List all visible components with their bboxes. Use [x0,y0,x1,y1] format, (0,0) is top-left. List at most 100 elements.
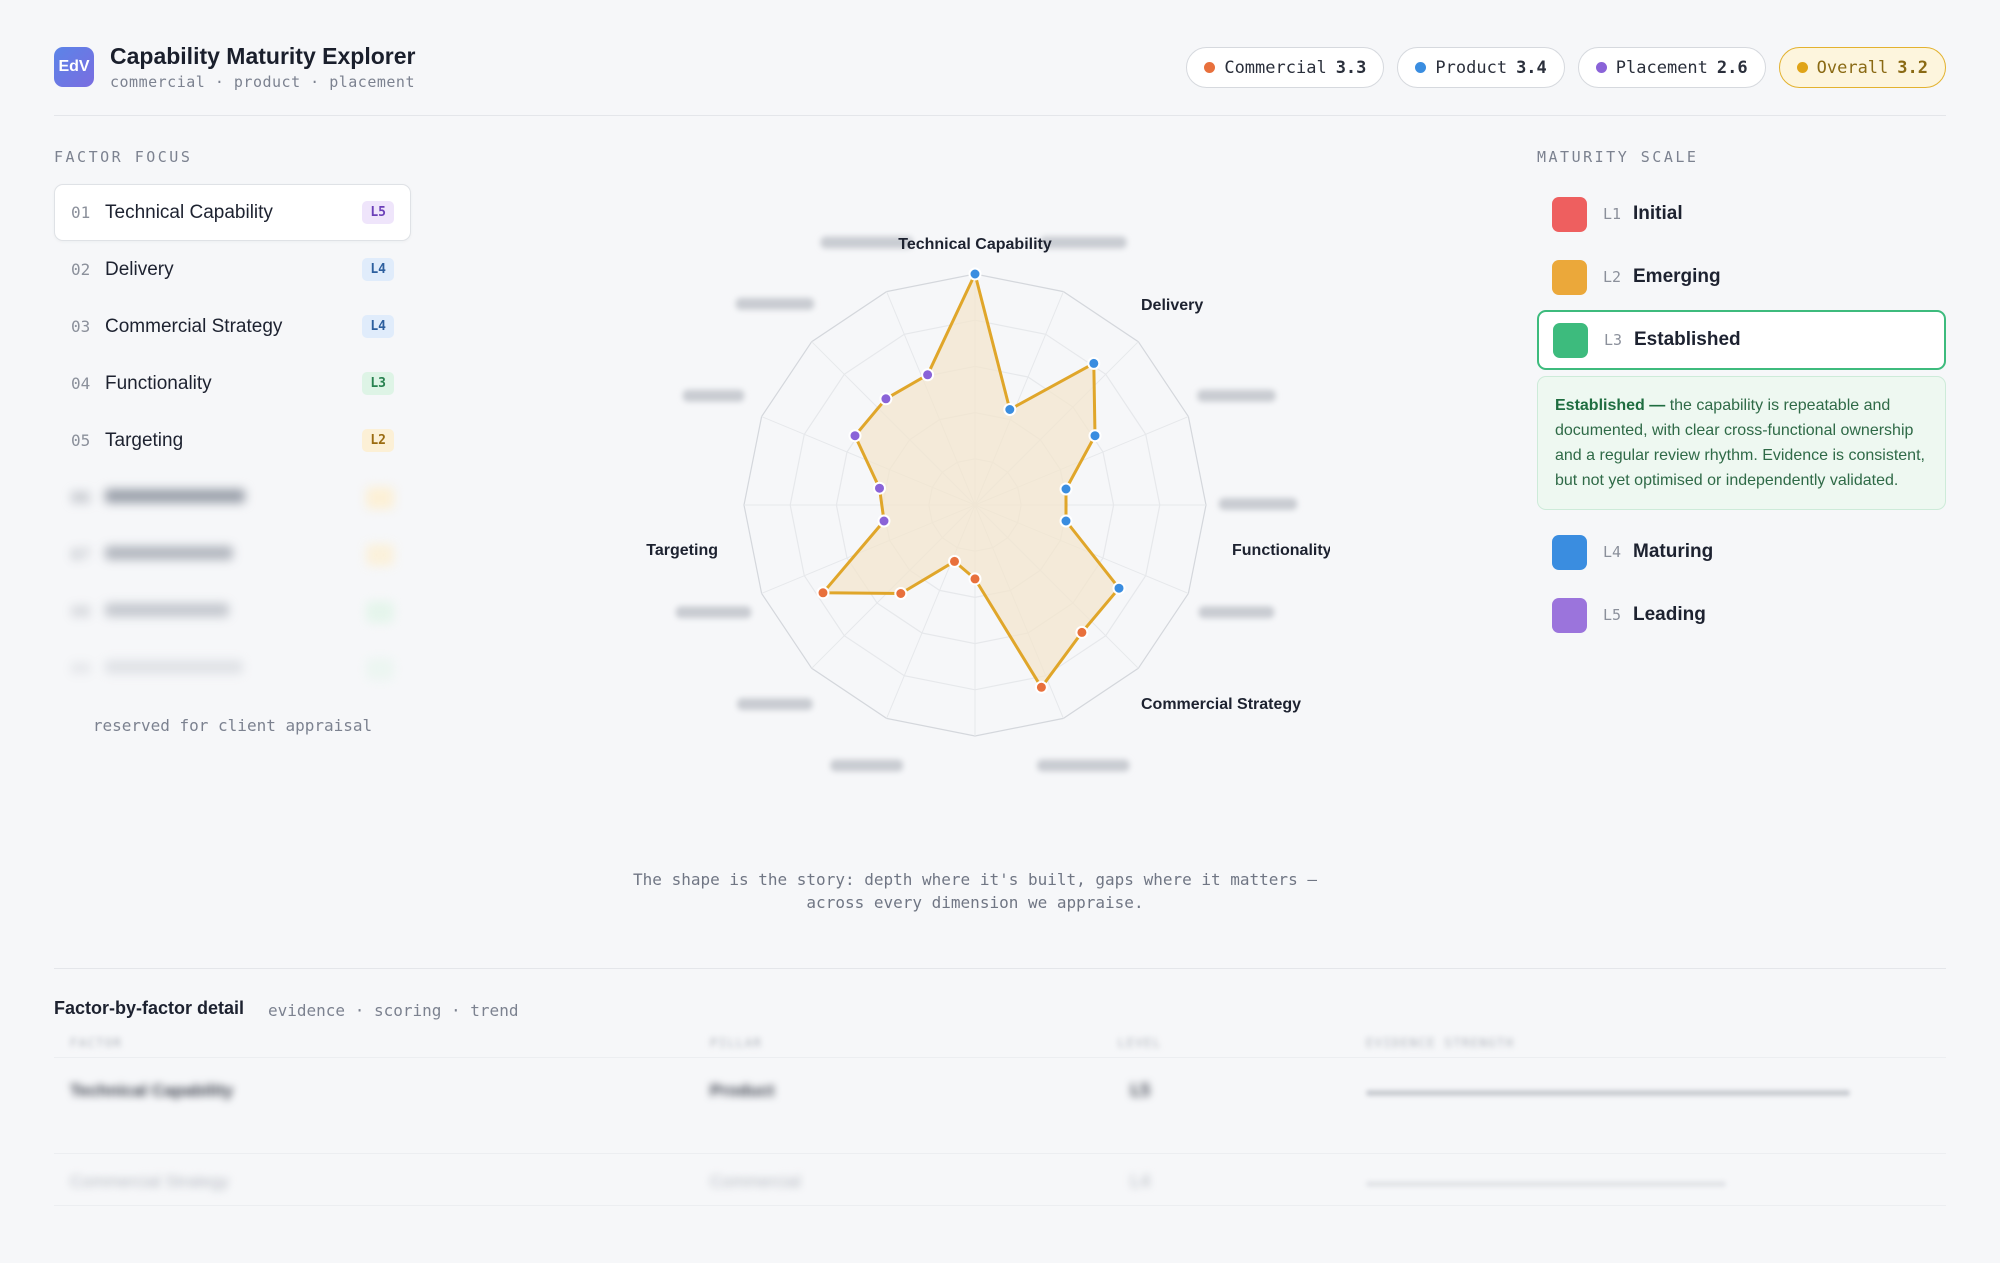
radar-svg: Technical Capability Delivery Functional… [646,236,1332,772]
evidence-bar [1366,1181,1726,1187]
level-name: Established [1634,329,1741,350]
axis-label-targeting[interactable]: Targeting [646,542,718,559]
level-code: L5 [1603,606,1622,624]
pill-value: 3.4 [1516,57,1547,78]
blurred-axis-label [1218,498,1298,510]
factor-item-technical-capability[interactable]: 01 Technical Capability L5 [54,184,411,241]
radar-point-product[interactable] [1088,429,1102,443]
radar-point-commercial[interactable] [816,586,830,600]
radar-point-product[interactable] [1112,581,1126,595]
detail-subtitle: evidence · scoring · trend [268,1001,519,1020]
radar-point-placement[interactable] [848,429,862,443]
level-item-established[interactable]: L3 Established [1537,310,1946,370]
radar-point-placement[interactable] [877,514,891,528]
reserved-note: reserved for client appraisal [92,716,373,735]
level-item-emerging[interactable]: L2 Emerging [1537,247,1946,307]
radar-point-placement[interactable] [879,392,893,406]
radar-point-product[interactable] [968,267,982,281]
factor-item-targeting[interactable]: 05 Targeting L2 [54,412,411,469]
overall-score-pill[interactable]: Overall 3.2 [1778,47,1946,88]
factor-number: 08 [71,602,91,621]
axis-label-delivery[interactable]: Delivery [1141,297,1203,314]
factor-focus-title: FACTOR FOCUS [54,148,193,166]
factor-number: 09 [71,659,91,678]
column-header: PILLAR [710,1036,763,1050]
factor-item-blurred: 06 [54,469,411,526]
table-cell: Product [710,1081,775,1100]
radar-point-product[interactable] [1059,514,1073,528]
column-header: LEVEL [1118,1036,1162,1050]
level-badge: L5 [362,201,394,224]
detail-title: Factor-by-factor detail [54,998,245,1018]
score-pills: Commercial 3.3 Product 3.4 Placement 2.6… [1186,47,1946,88]
axis-label-commercial-strategy[interactable]: Commercial Strategy [1141,696,1301,713]
evidence-bar [1366,1090,1850,1096]
level-item-leading[interactable]: L5 Leading [1537,585,1946,645]
radar-point-placement[interactable] [921,368,935,382]
pill-label: Placement [1615,57,1708,78]
factor-number: 07 [71,545,91,564]
commercial-score-pill[interactable]: Commercial 3.3 [1186,47,1385,88]
axis-label-functionality[interactable]: Functionality [1232,542,1332,559]
table-row[interactable]: Commercial Strategy Commercial L4 [54,1154,1946,1206]
level-name: Emerging [1633,266,1721,287]
blurred-axis-label [735,297,815,310]
level-name: Maturing [1633,541,1714,562]
radar-tagline: The shape is the story: depth where it's… [633,870,1317,912]
radar-point-product[interactable] [1087,356,1101,370]
level-item-initial[interactable]: L1 Initial [1537,184,1946,244]
radar-point-product[interactable] [1059,482,1073,496]
product-score-pill[interactable]: Product 3.4 [1397,47,1565,88]
level-swatch [1553,322,1588,358]
radar-point-commercial[interactable] [948,554,961,568]
blurred-axis-label [675,606,752,619]
factor-name-placeholder [105,544,366,566]
table-cell: L5 [1130,1081,1151,1101]
radar-point-placement[interactable] [873,481,886,495]
blurred-axis-label [682,389,745,402]
level-badge: L4 [362,258,394,281]
level-code: L4 [1603,543,1622,561]
placement-dot-icon [1595,62,1607,73]
level-code: L3 [1604,331,1623,349]
factor-name: Functionality [105,372,212,394]
level-badge [366,543,394,566]
pill-value: 2.6 [1716,57,1748,78]
factor-number: 06 [71,488,91,507]
factor-number: 01 [71,203,91,222]
radar-point-product[interactable] [1003,403,1017,416]
maturity-scale: L1 Initial L2 Emerging L3 Established Es… [1537,184,1946,648]
factor-item-commercial-strategy[interactable]: 03 Commercial Strategy L4 [54,298,411,355]
level-code: L1 [1603,205,1622,223]
column-header: FACTOR [70,1036,123,1050]
level-badge: L4 [362,315,394,338]
factor-name: Targeting [105,429,184,451]
level-item-maturing[interactable]: L4 Maturing [1537,522,1946,582]
radar-point-commercial[interactable] [894,587,908,600]
product-dot-icon [1415,62,1427,73]
radar-point-commercial[interactable] [968,572,982,586]
placement-score-pill[interactable]: Placement 2.6 [1577,47,1766,88]
pill-label: Product [1435,57,1508,78]
factor-name-placeholder [105,601,366,623]
blurred-axis-label [830,759,904,772]
table-cell: L4 [1130,1172,1151,1192]
pill-value: 3.2 [1897,57,1928,78]
factor-item-delivery[interactable]: 02 Delivery L4 [54,241,411,298]
factor-item-functionality[interactable]: 04 Functionality L3 [54,355,411,412]
factor-number: 03 [71,317,91,336]
radar-point-commercial[interactable] [1034,680,1048,694]
factor-name-placeholder [105,658,366,680]
radar-point-commercial[interactable] [1075,625,1089,639]
level-code: L2 [1603,268,1622,286]
factor-name: Delivery [105,258,174,280]
table-cell: Commercial Strategy [70,1172,229,1191]
app-title: Capability Maturity Explorer [110,43,416,69]
factor-item-blurred: 07 [54,526,411,583]
table-cell: Technical Capability [70,1081,234,1100]
section-divider [54,968,1946,969]
axis-label-technical-capability[interactable]: Technical Capability [898,236,1052,253]
level-description-title: Established — [1555,397,1666,414]
commercial-dot-icon [1204,62,1216,73]
table-row[interactable]: Technical Capability Product L5 [54,1058,1946,1154]
